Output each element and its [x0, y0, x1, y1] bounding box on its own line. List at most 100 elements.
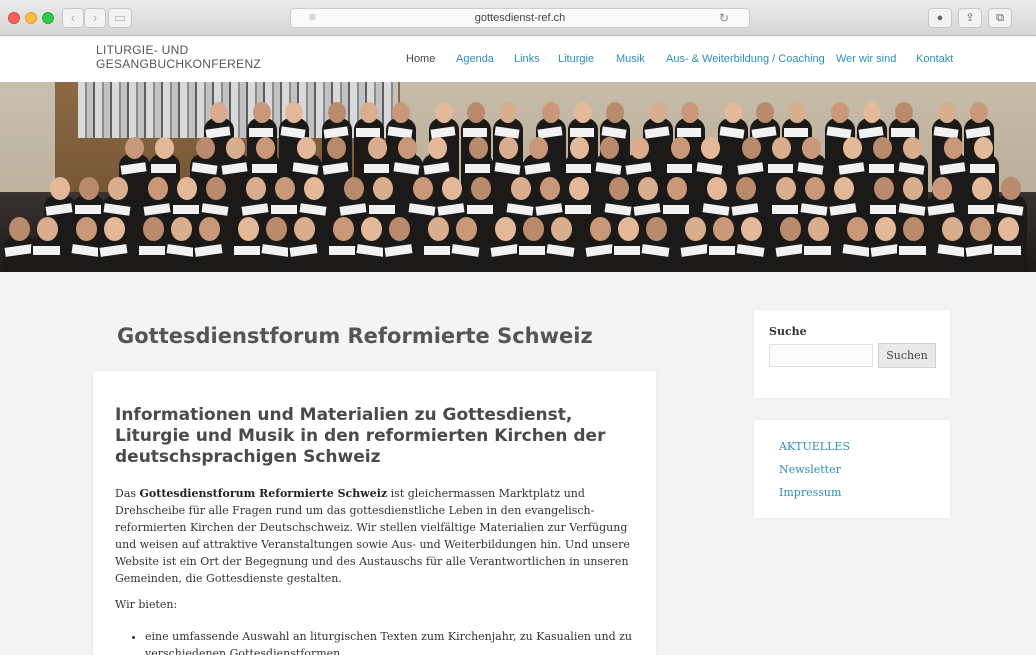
singer-head [970, 102, 988, 123]
singer-head [368, 137, 387, 159]
sidebar-link-newsletter[interactable]: Newsletter [779, 463, 841, 476]
singer-head [499, 102, 517, 123]
singer-head [226, 137, 245, 159]
singer-head [873, 137, 892, 159]
article-heading: Informationen und Materialien zu Gottesd… [115, 405, 606, 467]
singer-head [344, 177, 364, 200]
singer-head [874, 177, 894, 200]
tabs-icon: ⧉ [996, 12, 1004, 24]
hymn-book [33, 246, 60, 255]
forward-button[interactable]: › [84, 8, 106, 28]
logo-line1: LITURGIE- UND [96, 43, 189, 57]
nav-kontakt[interactable]: Kontakt [916, 53, 953, 65]
singer-head [788, 102, 806, 123]
hymn-book [173, 205, 199, 214]
share-button[interactable]: ⇪ [958, 8, 982, 28]
nav-links[interactable]: Links [514, 53, 540, 65]
back-button[interactable]: ‹ [62, 8, 84, 28]
sidebar-icon: ▭ [113, 10, 127, 25]
hymn-book [271, 205, 297, 214]
singer-head [206, 177, 226, 200]
singer-head [108, 177, 128, 200]
singer-head [495, 217, 516, 241]
nav-liturgie[interactable]: Liturgie [558, 53, 594, 65]
url-text: gottesdienst-ref.ch [474, 12, 566, 24]
singer-head [523, 217, 544, 241]
singer-head [333, 217, 354, 241]
hymn-book [768, 164, 793, 173]
hymn-book [151, 164, 176, 173]
hymn-book [329, 246, 356, 255]
singer-head [328, 102, 346, 123]
sidebar-link-impressum[interactable]: Impressum [779, 486, 841, 499]
hymn-book [869, 164, 894, 173]
singer-head [646, 217, 667, 241]
offer-list: eine umfassende Auswahl an liturgischen … [131, 628, 636, 655]
nav-musik[interactable]: Musik [616, 53, 645, 65]
extension-icon: ● [936, 12, 944, 24]
singer-head [297, 137, 316, 159]
nav-agenda[interactable]: Agenda [456, 53, 494, 65]
singer-head [456, 217, 477, 241]
intro-bold: Gottesdienstforum Reformierte Schweiz [139, 487, 388, 500]
singer-head [756, 102, 774, 123]
singer-head [148, 177, 168, 200]
search-button[interactable]: Suchen [878, 343, 936, 368]
hymn-book [356, 128, 380, 137]
singer-head [177, 177, 197, 200]
reload-icon[interactable]: ↻ [719, 11, 729, 25]
hymn-book [870, 205, 896, 214]
links-widget: AKTUELLES Newsletter Impressum [754, 420, 950, 518]
hymn-book [75, 205, 101, 214]
singer-head [741, 217, 762, 241]
sidebar-toggle-button[interactable]: ▭ [108, 8, 132, 28]
singer-head [942, 217, 963, 241]
singer-head [171, 217, 192, 241]
singer-head [970, 217, 991, 241]
minimize-window-button[interactable] [25, 12, 37, 24]
singer-head [667, 177, 687, 200]
singer-head [638, 177, 658, 200]
singer-head [671, 137, 690, 159]
address-bar[interactable]: ≡ gottesdienst-ref.ch ↻ [290, 8, 750, 28]
nav-wer-wir-sind[interactable]: Wer wir sind [836, 53, 896, 65]
search-widget: Suche Suchen [754, 310, 950, 398]
singer-head [210, 102, 228, 123]
nav-home[interactable]: Home [406, 53, 435, 65]
singer-head [944, 137, 963, 159]
singer-head [50, 177, 70, 200]
nav-aus-weiterbildung[interactable]: Aus- & Weiterbildung / Coaching [666, 53, 825, 65]
singer-head [104, 217, 125, 241]
site-logo[interactable]: LITURGIE- UND GESANGBUCHKONFERENZ [96, 43, 261, 71]
share-icon: ⇪ [965, 12, 975, 24]
hymn-book [465, 164, 490, 173]
singer-head [780, 217, 801, 241]
singer-head [649, 102, 667, 123]
singer-head [238, 217, 259, 241]
singer-head [805, 177, 825, 200]
extension-button[interactable]: ● [928, 8, 952, 28]
hymn-book [970, 164, 995, 173]
hymn-book [772, 205, 798, 214]
hymn-book [364, 164, 389, 173]
maximize-window-button[interactable] [42, 12, 54, 24]
singer-head [742, 137, 761, 159]
hymn-book [369, 205, 395, 214]
close-window-button[interactable] [8, 12, 20, 24]
search-input[interactable] [769, 344, 873, 367]
singer-head [681, 102, 699, 123]
singer-head [398, 137, 417, 159]
singer-head [428, 217, 449, 241]
singer-head [590, 217, 611, 241]
hymn-book [784, 128, 808, 137]
sidebar-link-aktuelles[interactable]: AKTUELLES [779, 440, 850, 453]
hymn-book [565, 205, 591, 214]
article-intro: Das Gottesdienstforum Reformierte Schwei… [115, 485, 640, 587]
singer-head [266, 217, 287, 241]
singer-head [360, 102, 378, 123]
singer-head [574, 102, 592, 123]
singer-head [903, 177, 923, 200]
singer-head [373, 177, 393, 200]
tabs-button[interactable]: ⧉ [988, 8, 1012, 28]
singer-head [1001, 177, 1021, 200]
